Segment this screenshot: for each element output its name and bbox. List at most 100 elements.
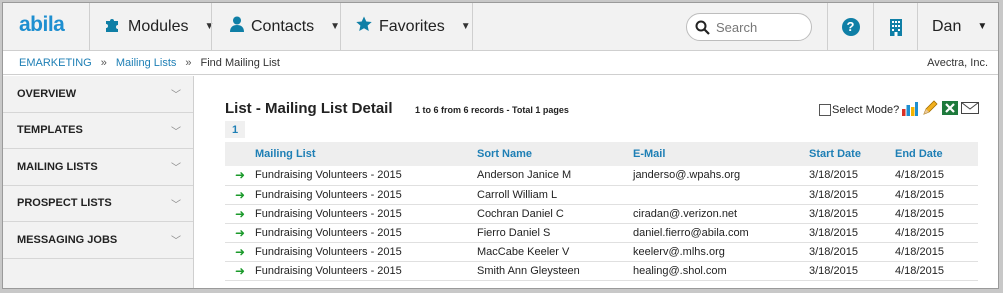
- cell-end-date: 4/18/2015: [895, 242, 978, 262]
- favorites-label: Favorites: [379, 17, 445, 35]
- table-row: ➜ Fundraising Volunteers - 2015 Carroll …: [225, 185, 978, 205]
- cell-email: janderso@.wpahs.org: [633, 166, 809, 186]
- cell-sort-name: Fierro Daniel S: [477, 223, 633, 243]
- column-header-mailing-list[interactable]: Mailing List: [255, 142, 477, 166]
- cell-email: keelerv@.mlhs.org: [633, 242, 809, 262]
- cell-mailing-list: Fundraising Volunteers - 2015: [255, 204, 477, 224]
- sidebar-item-mailing-lists[interactable]: MAILING LISTS ﹀: [3, 149, 193, 186]
- action-column-header: [225, 142, 255, 166]
- help-button[interactable]: ?: [827, 3, 873, 50]
- modules-label: Modules: [128, 17, 189, 35]
- pencil-icon[interactable]: [921, 99, 939, 120]
- cell-mailing-list: Fundraising Volunteers - 2015: [255, 223, 477, 243]
- breadcrumb-mailing-lists[interactable]: Mailing Lists: [116, 57, 177, 69]
- sidebar-item-prospect-lists[interactable]: PROSPECT LISTS ﹀: [3, 186, 193, 222]
- cell-email: healing@.shol.com: [633, 261, 809, 281]
- cell-end-date: 4/18/2015: [895, 166, 978, 186]
- cell-sort-name: Anderson Janice M: [477, 166, 633, 186]
- cell-mailing-list: Fundraising Volunteers - 2015: [255, 185, 477, 205]
- favorites-menu-button[interactable]: Favorites ▼: [340, 3, 472, 50]
- column-header-start-date[interactable]: Start Date: [809, 142, 895, 166]
- search-box[interactable]: [686, 13, 812, 41]
- table-row: ➜ Fundraising Volunteers - 2015 Smith An…: [225, 261, 978, 281]
- table-row: ➜ Fundraising Volunteers - 2015 Cochran …: [225, 204, 978, 224]
- cell-start-date: 3/18/2015: [809, 166, 895, 186]
- puzzle-icon: [104, 16, 121, 38]
- go-arrow-icon[interactable]: ➜: [225, 223, 255, 243]
- organization-button[interactable]: [873, 3, 917, 50]
- column-header-email[interactable]: E-Mail: [633, 142, 809, 166]
- go-arrow-icon[interactable]: ➜: [225, 261, 255, 281]
- column-header-sort-name[interactable]: Sort Name: [477, 142, 633, 166]
- list-toolbar: Select Mode?: [819, 99, 980, 120]
- sidebar-item-overview[interactable]: OVERVIEW ﹀: [3, 76, 193, 113]
- logo-text: abila: [19, 13, 65, 36]
- cell-email: daniel.fierro@abila.com: [633, 223, 809, 243]
- nav-divider: [472, 3, 473, 50]
- sidebar-item-label: MESSAGING JOBS: [17, 233, 118, 246]
- contacts-label: Contacts: [251, 17, 315, 35]
- breadcrumb: EMARKETING » Mailing Lists » Find Mailin…: [3, 51, 998, 75]
- user-menu-button[interactable]: Dan ▼: [917, 3, 998, 50]
- table-row: ➜ Fundraising Volunteers - 2015 Fierro D…: [225, 223, 978, 243]
- abila-logo[interactable]: abila: [19, 13, 65, 37]
- chevron-down-icon: ﹀: [171, 163, 181, 175]
- sidebar-item-messaging-jobs[interactable]: MESSAGING JOBS ﹀: [3, 222, 193, 259]
- cell-end-date: 4/18/2015: [895, 223, 978, 243]
- cell-mailing-list: Fundraising Volunteers - 2015: [255, 166, 477, 186]
- excel-icon[interactable]: [941, 99, 959, 120]
- search-icon: [695, 20, 710, 35]
- sidebar-item-label: TEMPLATES: [17, 124, 83, 137]
- sidebar-item-label: MAILING LISTS: [17, 160, 98, 173]
- chevron-down-icon: ▼: [977, 21, 988, 32]
- top-nav-bar: abila Modules ▼ Contacts ▼ Favorites ▼ S…: [3, 3, 998, 51]
- chevron-down-icon: ▼: [460, 21, 471, 32]
- main-content: List - Mailing List Detail 1 to 6 from 6…: [195, 76, 998, 288]
- table-row: ➜ Fundraising Volunteers - 2015 MacCabe …: [225, 242, 978, 262]
- records-info: 1 to 6 from 6 records - Total 1 pages: [415, 105, 569, 115]
- cell-mailing-list: Fundraising Volunteers - 2015: [255, 242, 477, 262]
- mailing-list-table: Mailing List Sort Name E-Mail Start Date…: [225, 142, 978, 281]
- breadcrumb-separator: »: [185, 56, 192, 69]
- chevron-down-icon: ﹀: [171, 90, 181, 102]
- contacts-menu-button[interactable]: Contacts ▼: [211, 3, 341, 50]
- sidebar-item-templates[interactable]: TEMPLATES ﹀: [3, 113, 193, 149]
- help-icon: ?: [841, 17, 860, 36]
- table-header-row: Mailing List Sort Name E-Mail Start Date…: [225, 142, 978, 166]
- cell-start-date: 3/18/2015: [809, 223, 895, 243]
- cell-start-date: 3/18/2015: [809, 242, 895, 262]
- column-header-end-date[interactable]: End Date: [895, 142, 978, 166]
- cell-start-date: 3/18/2015: [809, 261, 895, 281]
- go-arrow-icon[interactable]: ➜: [225, 242, 255, 262]
- cell-mailing-list: Fundraising Volunteers - 2015: [255, 261, 477, 281]
- page-title: List - Mailing List Detail: [225, 100, 393, 117]
- chevron-down-icon: ﹀: [171, 126, 181, 138]
- page-link-1[interactable]: 1: [225, 121, 245, 138]
- cell-email: ciradan@.verizon.net: [633, 204, 809, 224]
- breadcrumb-separator: »: [100, 56, 107, 69]
- envelope-icon[interactable]: [961, 101, 980, 118]
- select-mode-label: Select Mode?: [832, 103, 900, 116]
- star-icon: [356, 16, 372, 37]
- cell-start-date: 3/18/2015: [809, 204, 895, 224]
- go-arrow-icon[interactable]: ➜: [225, 204, 255, 224]
- cell-sort-name: Cochran Daniel C: [477, 204, 633, 224]
- go-arrow-icon[interactable]: ➜: [225, 166, 255, 186]
- go-arrow-icon[interactable]: ➜: [225, 185, 255, 205]
- cell-sort-name: Carroll William L: [477, 185, 633, 205]
- search-input[interactable]: [716, 19, 806, 35]
- cell-sort-name: MacCabe Keeler V: [477, 242, 633, 262]
- organization-name: Avectra, Inc.: [927, 56, 988, 69]
- app-window: abila Modules ▼ Contacts ▼ Favorites ▼ S…: [2, 2, 999, 289]
- cell-sort-name: Smith Ann Gleysteen: [477, 261, 633, 281]
- building-icon: [889, 18, 902, 36]
- select-mode-checkbox[interactable]: [819, 103, 831, 116]
- person-icon: [230, 16, 244, 37]
- chevron-down-icon: ﹀: [171, 199, 181, 211]
- chart-icon[interactable]: [901, 99, 919, 120]
- cell-end-date: 4/18/2015: [895, 204, 978, 224]
- user-name: Dan: [932, 17, 962, 35]
- breadcrumb-emarketing[interactable]: EMARKETING: [19, 57, 92, 69]
- chevron-down-icon: ▼: [330, 21, 341, 32]
- sidebar-item-label: OVERVIEW: [17, 87, 77, 100]
